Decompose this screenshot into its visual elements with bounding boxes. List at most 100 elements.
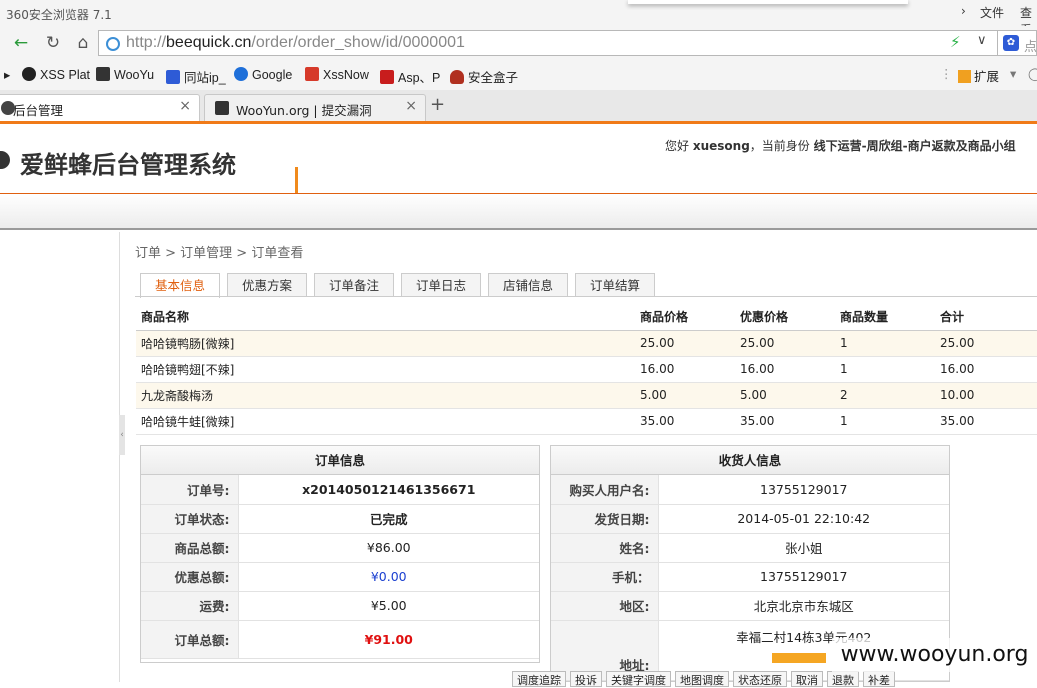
- receiver-phone-value: 13755129017: [658, 562, 949, 592]
- bookmarks-chevron-icon[interactable]: ▸: [4, 67, 10, 83]
- order-info-title: 订单信息: [141, 446, 539, 475]
- tab-basic-info[interactable]: 基本信息: [140, 273, 220, 298]
- watermark: www.wooyun.org: [832, 638, 1037, 672]
- tab-shop-info[interactable]: 店铺信息: [488, 273, 568, 297]
- bookmark-same-site-ip[interactable]: 同站ip_: [166, 67, 226, 85]
- tab-divider: [135, 296, 1037, 297]
- chevron-right-icon[interactable]: ›: [961, 4, 966, 18]
- compensate-button[interactable]: 补差: [863, 671, 895, 687]
- order-status-value: 已完成: [238, 504, 539, 534]
- tab-discounts[interactable]: 优惠方案: [227, 273, 307, 297]
- tab-strip: 后台管理 × WooYun.org | 提交漏洞 × +: [0, 90, 1037, 124]
- address-toolbar: ← ↻ ⌂ http://beequick.cn/order/order_sho…: [0, 26, 1037, 60]
- item-name: 九龙斋酸梅汤: [136, 382, 635, 409]
- user-greeting: 您好 xuesong，当前身份 线下运营-周欣组-商户返款及商品小组: [665, 139, 1016, 153]
- wooyun-icon: [215, 101, 229, 115]
- item-subtotal: 35.00: [935, 408, 1037, 435]
- receiver-info-title: 收货人信息: [551, 446, 949, 475]
- dropdown-icon[interactable]: ▾: [1010, 66, 1016, 81]
- order-total-value: ¥91.00: [238, 620, 539, 659]
- user-icon[interactable]: ◯: [1028, 66, 1037, 81]
- discount-total-label: 优惠总额:: [141, 562, 239, 592]
- skull-icon: [22, 67, 36, 81]
- user-role: 线下运营-周欣组-商户返款及商品小组: [813, 139, 1016, 153]
- new-tab-button[interactable]: +: [430, 94, 445, 115]
- bookmark-xss-plat[interactable]: XSS Plat: [22, 67, 90, 83]
- bookmark-xssnow[interactable]: XssNow: [305, 67, 369, 83]
- order-total-label: 订单总额:: [141, 620, 239, 659]
- menu-file[interactable]: 文件: [980, 4, 1004, 21]
- home-icon[interactable]: ⌂: [71, 31, 95, 55]
- item-quantity: 1: [835, 330, 935, 357]
- map-link-tag[interactable]: [772, 653, 826, 663]
- discount-total-value: ¥0.00: [238, 562, 539, 592]
- collapse-sidebar-handle[interactable]: ‹: [119, 415, 125, 455]
- restore-status-button[interactable]: 状态还原: [733, 671, 787, 687]
- item-subtotal: 25.00: [935, 330, 1037, 357]
- item-name: 哈哈镜鸭翅[不辣]: [136, 356, 635, 383]
- col-header-discount-price: 优惠价格: [735, 304, 835, 331]
- shipping-fee-label: 运费:: [141, 591, 239, 621]
- col-header-name: 商品名称: [136, 304, 635, 331]
- track-dispatch-button[interactable]: 调度追踪: [512, 671, 566, 687]
- nav-indicator: [295, 167, 298, 193]
- back-icon[interactable]: ←: [9, 31, 33, 55]
- tab-admin[interactable]: 后台管理 ×: [0, 94, 200, 121]
- refund-button[interactable]: 退款: [827, 671, 859, 687]
- app-header: 爱鲜蜂后台管理系统 您好 xuesong，当前身份 线下运营-周欣组-商户返款及…: [0, 127, 1037, 194]
- item-price: 5.00: [635, 382, 735, 409]
- browser-title: 360安全浏览器 7.1: [6, 8, 112, 22]
- tab-settlement[interactable]: 订单结算: [575, 273, 655, 297]
- wooyun-icon: [96, 67, 110, 81]
- item-quantity: 2: [835, 382, 935, 409]
- search-hint: 点: [1024, 40, 1037, 55]
- item-name: 哈哈镜鸭肠[微辣]: [136, 330, 635, 357]
- globe-icon: [106, 37, 120, 51]
- table-row: 哈哈镜鸭翅[不辣] 16.00 16.00 1 16.00: [136, 356, 1037, 383]
- col-header-price: 商品价格: [635, 304, 735, 331]
- ship-date-label: 发货日期:: [551, 504, 659, 534]
- system-title: 爱鲜蜂后台管理系统: [20, 151, 236, 179]
- cancel-button[interactable]: 取消: [791, 671, 823, 687]
- bookmark-asp[interactable]: Asp、P: [380, 67, 440, 85]
- bookmark-security-box[interactable]: 安全盒子: [450, 67, 518, 85]
- col-header-quantity: 商品数量: [835, 304, 935, 331]
- tab-wooyun[interactable]: WooYun.org | 提交漏洞 ×: [204, 94, 426, 121]
- close-icon[interactable]: ×: [405, 98, 417, 114]
- extensions-button[interactable]: 扩展: [958, 66, 999, 85]
- nav-subbar: [0, 194, 1037, 230]
- address-bar[interactable]: http://beequick.cn/order/order_show/id/0…: [98, 30, 998, 56]
- receiver-name-value: 张小姐: [658, 533, 949, 563]
- popup-edge: [628, 0, 908, 4]
- col-header-subtotal: 合计: [935, 304, 1037, 331]
- map-dispatch-button[interactable]: 地图调度: [675, 671, 729, 687]
- close-icon[interactable]: ×: [179, 98, 191, 114]
- shipping-fee-value: ¥5.00: [238, 591, 539, 621]
- table-row: 哈哈镜鸭肠[微辣] 25.00 25.00 1 25.00: [136, 330, 1037, 357]
- reload-icon[interactable]: ↻: [41, 31, 65, 55]
- url-text[interactable]: http://beequick.cn/order/order_show/id/0…: [126, 34, 465, 52]
- buyer-username-label: 购买人用户名:: [551, 475, 659, 505]
- mail-icon: [380, 70, 394, 84]
- tab-order-log[interactable]: 订单日志: [401, 273, 481, 297]
- order-number-label: 订单号:: [141, 475, 239, 505]
- item-discount-price: 25.00: [735, 330, 835, 357]
- chevron-down-icon[interactable]: ∨: [977, 33, 987, 48]
- username: xuesong: [692, 139, 750, 153]
- buyer-username-value: 13755129017: [658, 475, 949, 505]
- bookmark-google[interactable]: Google: [234, 67, 292, 83]
- lightning-icon[interactable]: ⚡: [950, 33, 961, 51]
- order-info-panel: 订单信息 订单号: x2014050121461356671 订单状态: 已完成 商…: [140, 445, 540, 663]
- keyword-dispatch-button[interactable]: 关键字调度: [606, 671, 671, 687]
- baidu-paw-icon[interactable]: ✿: [1003, 35, 1019, 51]
- item-price: 16.00: [635, 356, 735, 383]
- item-discount-price: 35.00: [735, 408, 835, 435]
- bookmark-wooyu[interactable]: WooYu: [96, 67, 154, 83]
- receiver-name-label: 姓名:: [551, 533, 659, 563]
- receiver-region-value: 北京北京市东城区: [658, 591, 949, 621]
- tab-order-notes[interactable]: 订单备注: [314, 273, 394, 297]
- table-header-row: 商品名称 商品价格 优惠价格 商品数量 合计: [136, 304, 1037, 331]
- complaint-button[interactable]: 投诉: [570, 671, 602, 687]
- search-engine-box[interactable]: ✿ 点: [998, 30, 1037, 56]
- receiver-region-label: 地区:: [551, 591, 659, 621]
